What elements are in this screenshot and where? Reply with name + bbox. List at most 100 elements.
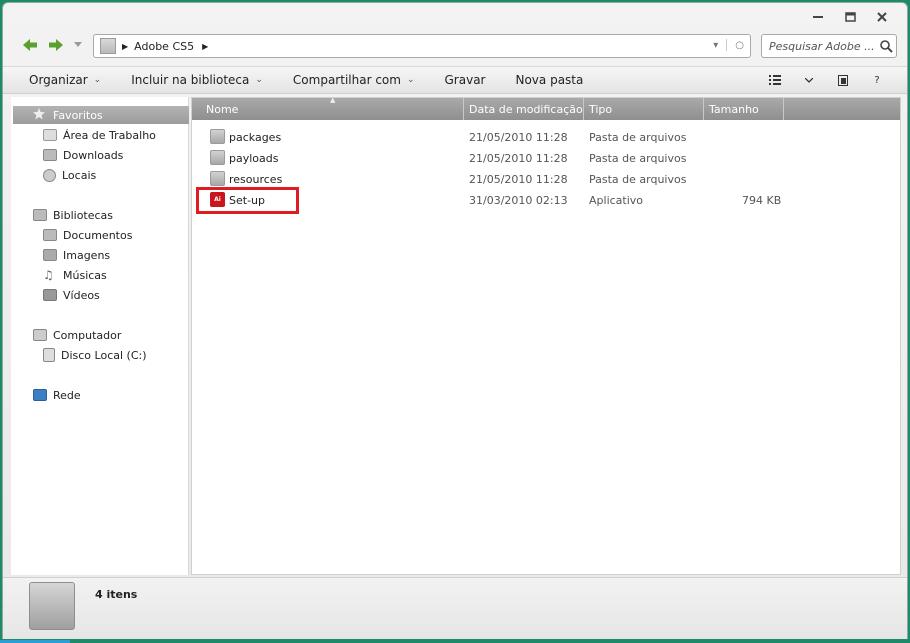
- include-library-label: Incluir na biblioteca: [131, 73, 250, 87]
- sidebar-item-musicas[interactable]: ♫ Músicas: [43, 266, 107, 284]
- folder-icon: [210, 129, 225, 144]
- breadcrumb-chevron-icon[interactable]: ▶: [202, 42, 208, 51]
- preview-pane-button[interactable]: [835, 73, 851, 87]
- view-list-icon: [769, 75, 781, 85]
- sidebar-item-label: Músicas: [63, 268, 107, 282]
- breadcrumb-adobe-cs5[interactable]: Adobe CS5: [134, 40, 194, 53]
- sidebar-item-disco-local[interactable]: Disco Local (C:): [43, 346, 147, 364]
- file-name: payloads: [229, 151, 279, 165]
- libraries-icon: [33, 209, 47, 221]
- history-buttons: [21, 37, 83, 53]
- folder-icon: [210, 150, 225, 165]
- details-pane: 4 itens: [3, 577, 907, 639]
- back-arrow-icon: [23, 39, 37, 51]
- file-date: 21/05/2010 11:28: [469, 172, 568, 186]
- caption-buttons: [805, 9, 895, 25]
- sidebar-item-label: Bibliotecas: [53, 208, 114, 222]
- sidebar-item-documentos[interactable]: Documentos: [43, 226, 132, 244]
- column-header-label: Nome: [206, 102, 239, 116]
- address-bar[interactable]: ▶ Adobe CS5 ▶ ▾ ○: [93, 34, 751, 58]
- column-header-size[interactable]: Tamanho: [704, 98, 784, 120]
- chevron-down-icon: ⌄: [255, 75, 263, 85]
- sidebar-item-locais[interactable]: Locais: [43, 166, 96, 184]
- file-size: 794 KB: [742, 193, 782, 207]
- burn-button[interactable]: Gravar: [445, 73, 486, 87]
- change-view-button[interactable]: [767, 73, 783, 87]
- chevron-down-icon: ⌄: [406, 75, 415, 85]
- sidebar-item-label: Rede: [53, 388, 81, 402]
- search-box[interactable]: Pesquisar Adobe ...: [761, 34, 897, 58]
- column-header-name[interactable]: ▲ Nome: [192, 96, 464, 120]
- column-header-type[interactable]: Tipo: [584, 98, 704, 120]
- breadcrumb-chevron-icon: ▶: [122, 41, 129, 51]
- preview-pane-icon: [838, 74, 848, 86]
- search-icon: [879, 39, 893, 53]
- sidebar-item-label: Vídeos: [63, 288, 100, 302]
- column-header-label: Tamanho: [709, 102, 759, 116]
- close-button[interactable]: [869, 9, 895, 25]
- sidebar-item-rede[interactable]: Rede: [33, 386, 81, 404]
- forward-arrow-icon: [49, 39, 63, 51]
- help-button[interactable]: ?: [869, 73, 885, 87]
- location-icon: [100, 38, 116, 54]
- file-type: Pasta de arquivos: [589, 130, 687, 144]
- view-options-dropdown[interactable]: [801, 73, 817, 87]
- table-row[interactable]: packages 21/05/2010 11:28 Pasta de arqui…: [192, 127, 900, 147]
- star-icon: [33, 107, 45, 123]
- item-count: 4 itens: [95, 588, 138, 601]
- maximize-button[interactable]: [837, 9, 863, 25]
- file-type: Aplicativo: [589, 193, 644, 207]
- table-row[interactable]: resources 21/05/2010 11:28 Pasta de arqu…: [192, 169, 900, 189]
- chevron-down-icon: ⌄: [93, 75, 102, 85]
- sidebar-item-bibliotecas[interactable]: Bibliotecas: [33, 206, 113, 224]
- navigation-pane: Favoritos Área de Trabalho Downloads Loc…: [11, 97, 189, 575]
- share-label: Compartilhar com: [292, 73, 401, 87]
- view-controls: ?: [767, 73, 885, 87]
- sidebar-item-imagens[interactable]: Imagens: [43, 246, 110, 264]
- forward-button[interactable]: [47, 37, 65, 53]
- videos-icon: [43, 289, 57, 301]
- computer-icon: [33, 329, 47, 341]
- maximize-icon: [844, 12, 856, 22]
- folder-thumbnail-icon: [29, 582, 75, 630]
- highlight-box: [196, 187, 299, 214]
- sidebar-item-videos[interactable]: Vídeos: [43, 286, 100, 304]
- sidebar-item-label: Downloads: [63, 148, 124, 162]
- table-row[interactable]: payloads 21/05/2010 11:28 Pasta de arqui…: [192, 148, 900, 168]
- address-dropdown-icon[interactable]: ▾: [713, 40, 718, 51]
- hard-drive-icon: [43, 348, 55, 362]
- explorer-window: ▶ Adobe CS5 ▶ ▾ ○ Pesquisar Adobe ... Or…: [2, 2, 908, 639]
- desktop-icon: [43, 129, 57, 141]
- organize-label: Organizar: [29, 73, 88, 87]
- minimize-button[interactable]: [805, 9, 831, 25]
- sidebar-item-desktop[interactable]: Área de Trabalho: [43, 126, 156, 144]
- file-list: ▲ Nome Data de modificação Tipo Tamanho …: [191, 96, 901, 575]
- new-folder-button[interactable]: Nova pasta: [515, 73, 583, 87]
- sidebar-item-label: Computador: [53, 328, 122, 342]
- documents-icon: [43, 229, 57, 241]
- file-date: 31/03/2010 02:13: [469, 193, 568, 207]
- minimize-icon: [813, 16, 823, 18]
- column-header-label: Tipo: [589, 102, 613, 116]
- organize-menu[interactable]: Organizar ⌄: [29, 73, 101, 87]
- chevron-down-icon: [805, 77, 813, 83]
- recent-pages-button[interactable]: [73, 37, 83, 53]
- sidebar-item-label: Locais: [62, 168, 97, 182]
- sidebar-item-downloads[interactable]: Downloads: [43, 146, 123, 164]
- back-button[interactable]: [21, 37, 39, 53]
- address-actions: ▾ ○: [713, 39, 744, 51]
- refresh-icon[interactable]: ○: [735, 40, 744, 51]
- search-input[interactable]: Pesquisar Adobe ...: [769, 40, 876, 53]
- sidebar-item-computador[interactable]: Computador: [33, 326, 121, 344]
- share-menu[interactable]: Compartilhar com ⌄: [293, 73, 415, 87]
- music-icon: ♫: [43, 268, 54, 282]
- column-header-label: Data de modificação: [469, 102, 583, 116]
- new-folder-label: Nova pasta: [515, 73, 584, 87]
- sidebar-item-label: Disco Local (C:): [61, 348, 147, 362]
- include-library-menu[interactable]: Incluir na biblioteca ⌄: [131, 73, 263, 87]
- column-header-date[interactable]: Data de modificação: [464, 98, 584, 120]
- search-button[interactable]: [876, 39, 896, 53]
- sidebar-item-favoritos[interactable]: Favoritos: [13, 106, 189, 124]
- file-date: 21/05/2010 11:28: [469, 151, 568, 165]
- divider: [726, 39, 728, 51]
